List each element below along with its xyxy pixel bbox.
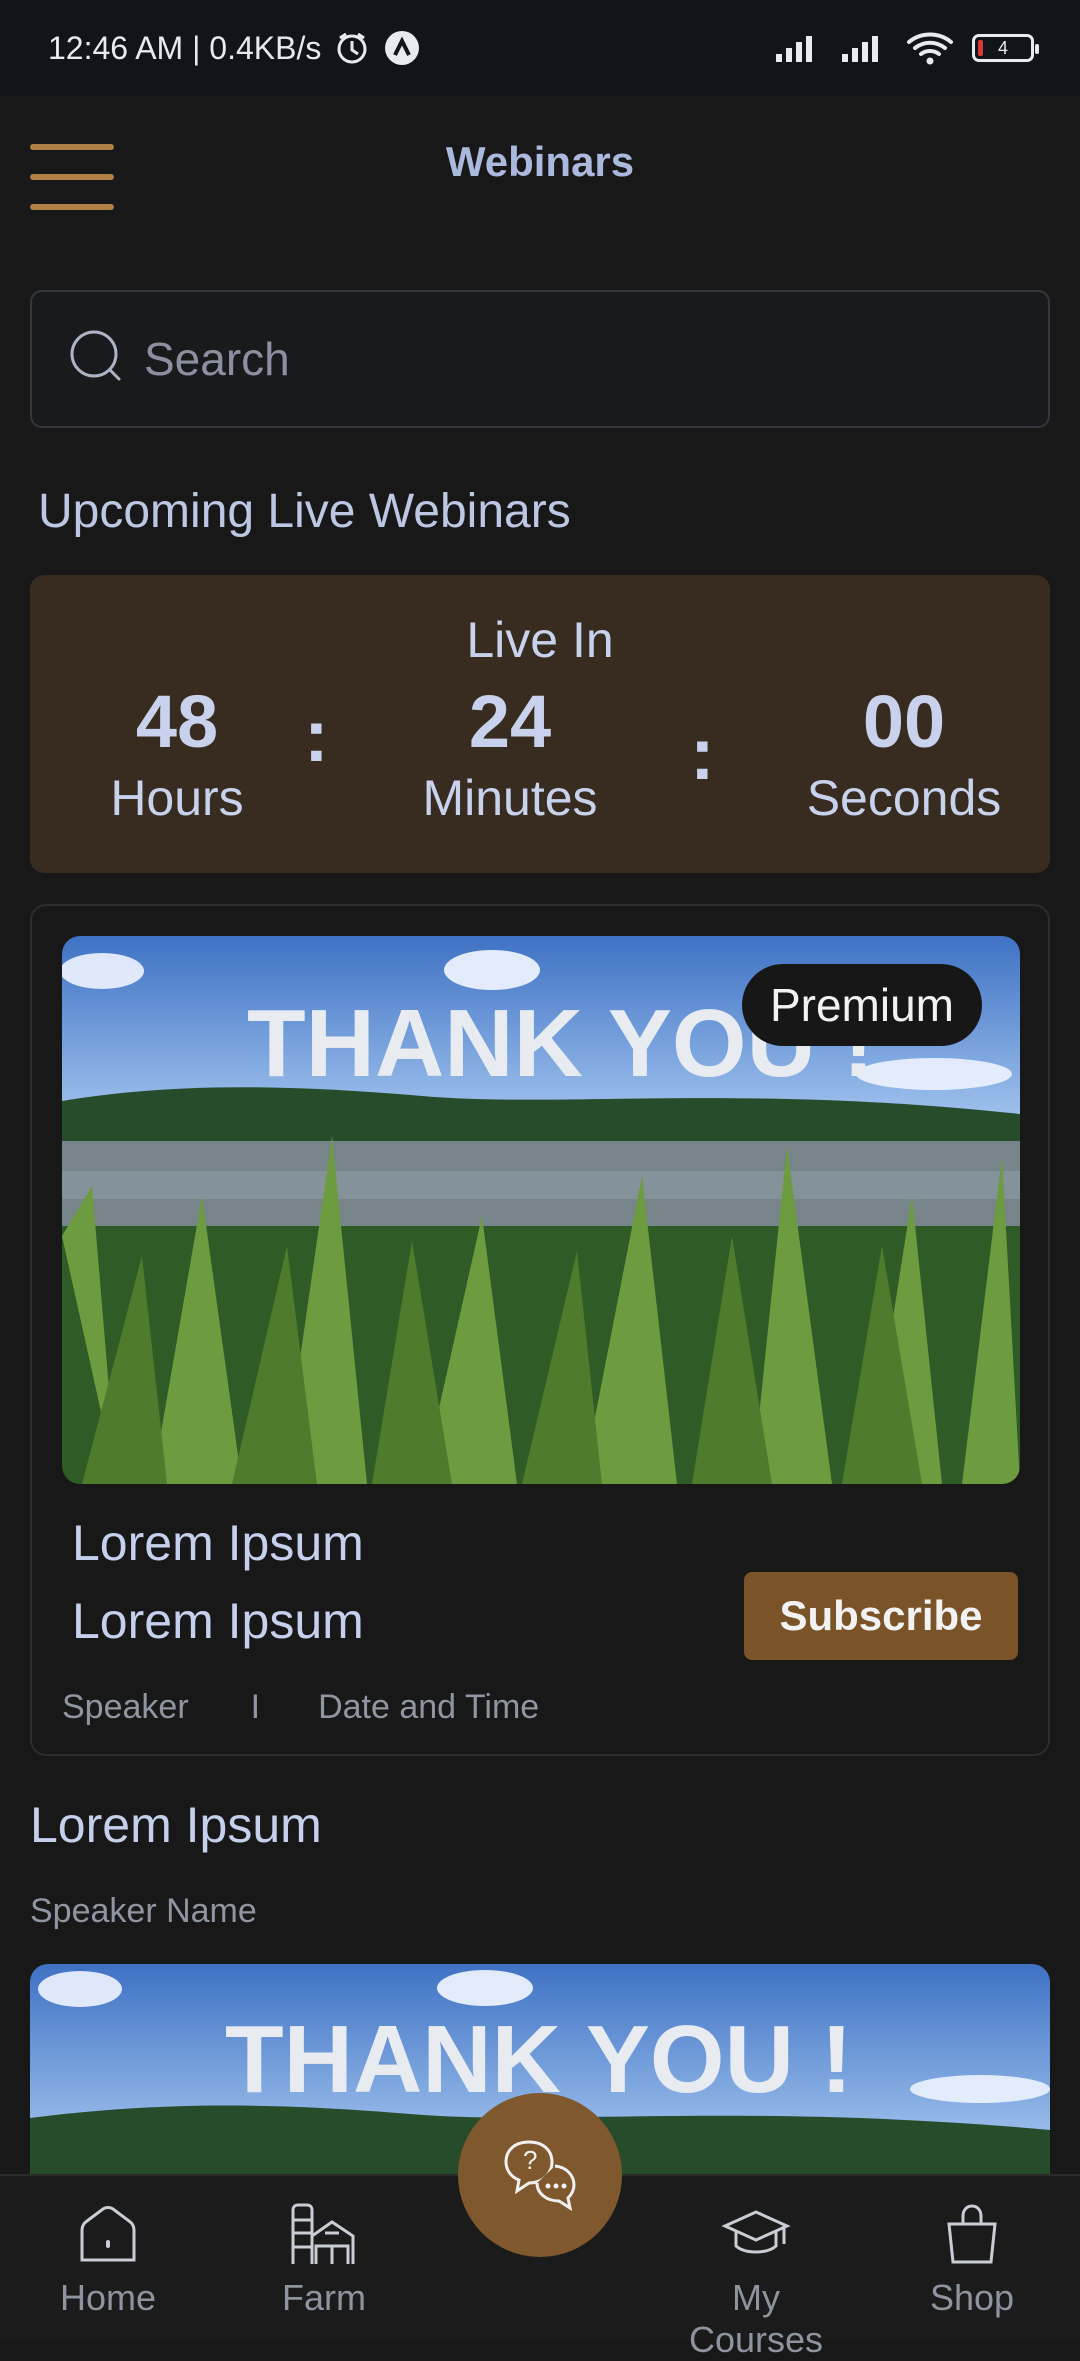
webinar-thumbnail[interactable]: THANK YOU ! Premium [62,936,1020,1484]
minutes-label: Minutes [422,770,598,826]
signal-icon [774,32,822,64]
upcoming-webinars-title: Upcoming Live Webinars [38,485,571,538]
status-left: 12:46 AM | 0.4KB/s [48,29,421,67]
seconds-label: Seconds [806,770,1002,826]
chat-question-icon: ? [499,2132,581,2219]
home-icon [28,2202,188,2271]
battery-low-indicator [978,40,983,56]
minutes-value: 24 [468,680,552,763]
wifi-icon [906,30,954,66]
seconds-counter: 00 Seconds [794,685,1014,827]
nav-item-farm[interactable]: Farm [244,2202,404,2319]
second-webinar-title: Lorem Ipsum [30,1797,322,1853]
signal-icon [840,32,888,64]
minutes-counter: 24 Minutes [400,685,620,827]
speaker-label: Speaker [62,1688,189,1726]
status-time-speed: 12:46 AM | 0.4KB/s [48,29,322,66]
meta-separator: I [250,1688,261,1726]
premium-badge: Premium [741,964,982,1046]
nav-label-shop: Shop [929,2277,1015,2318]
date-time-label: Date and Time [318,1688,540,1726]
webinar-title: Lorem Ipsum [72,1515,364,1571]
countdown-separator: : [690,712,715,795]
countdown-panel: Live In 48 Hours : 24 Minutes : 00 Secon… [30,575,1050,873]
webinar-meta: Speaker I Date and Time [62,1688,539,1727]
webinar-subtitle: Lorem Ipsum [72,1593,364,1649]
vpn-icon [383,29,421,67]
hours-label: Hours [110,770,244,826]
search-icon [70,330,128,388]
nav-label-farm: Farm [282,2277,366,2318]
nav-label-home: Home [59,2277,157,2318]
graduation-cap-icon [660,2202,852,2271]
live-in-label: Live In [466,612,614,668]
hours-counter: 48 Hours [67,685,287,827]
nav-item-home[interactable]: Home [28,2202,188,2319]
battery-icon: 4 [972,34,1039,62]
page-title: Webinars [445,138,635,185]
webinar-card[interactable]: THANK YOU ! Premium Lorem Ipsum Lorem Ip… [30,904,1050,1756]
chat-support-button[interactable]: ? [458,2093,622,2257]
svg-text:?: ? [523,2145,537,2175]
nav-item-my-courses[interactable]: My Courses [660,2202,852,2361]
seconds-value: 00 [862,680,946,763]
battery-level: 4 [997,37,1008,58]
top-bar: Webinars [0,96,1080,246]
status-bar: 12:46 AM | 0.4KB/s 4 [0,0,1080,96]
second-speaker-name: Speaker Name [30,1892,257,1930]
alarm-icon [333,29,371,67]
search-box[interactable] [30,290,1050,428]
subscribe-button[interactable]: Subscribe [744,1572,1018,1660]
countdown-separator: : [304,694,329,777]
nav-label-my-courses: My Courses [688,2277,824,2360]
status-right: 4 [774,30,1039,66]
nav-item-shop[interactable]: Shop [892,2202,1052,2319]
farm-icon [244,2202,404,2271]
search-input[interactable] [142,318,1006,400]
hours-value: 48 [135,680,219,763]
shopping-bag-icon [892,2202,1052,2271]
